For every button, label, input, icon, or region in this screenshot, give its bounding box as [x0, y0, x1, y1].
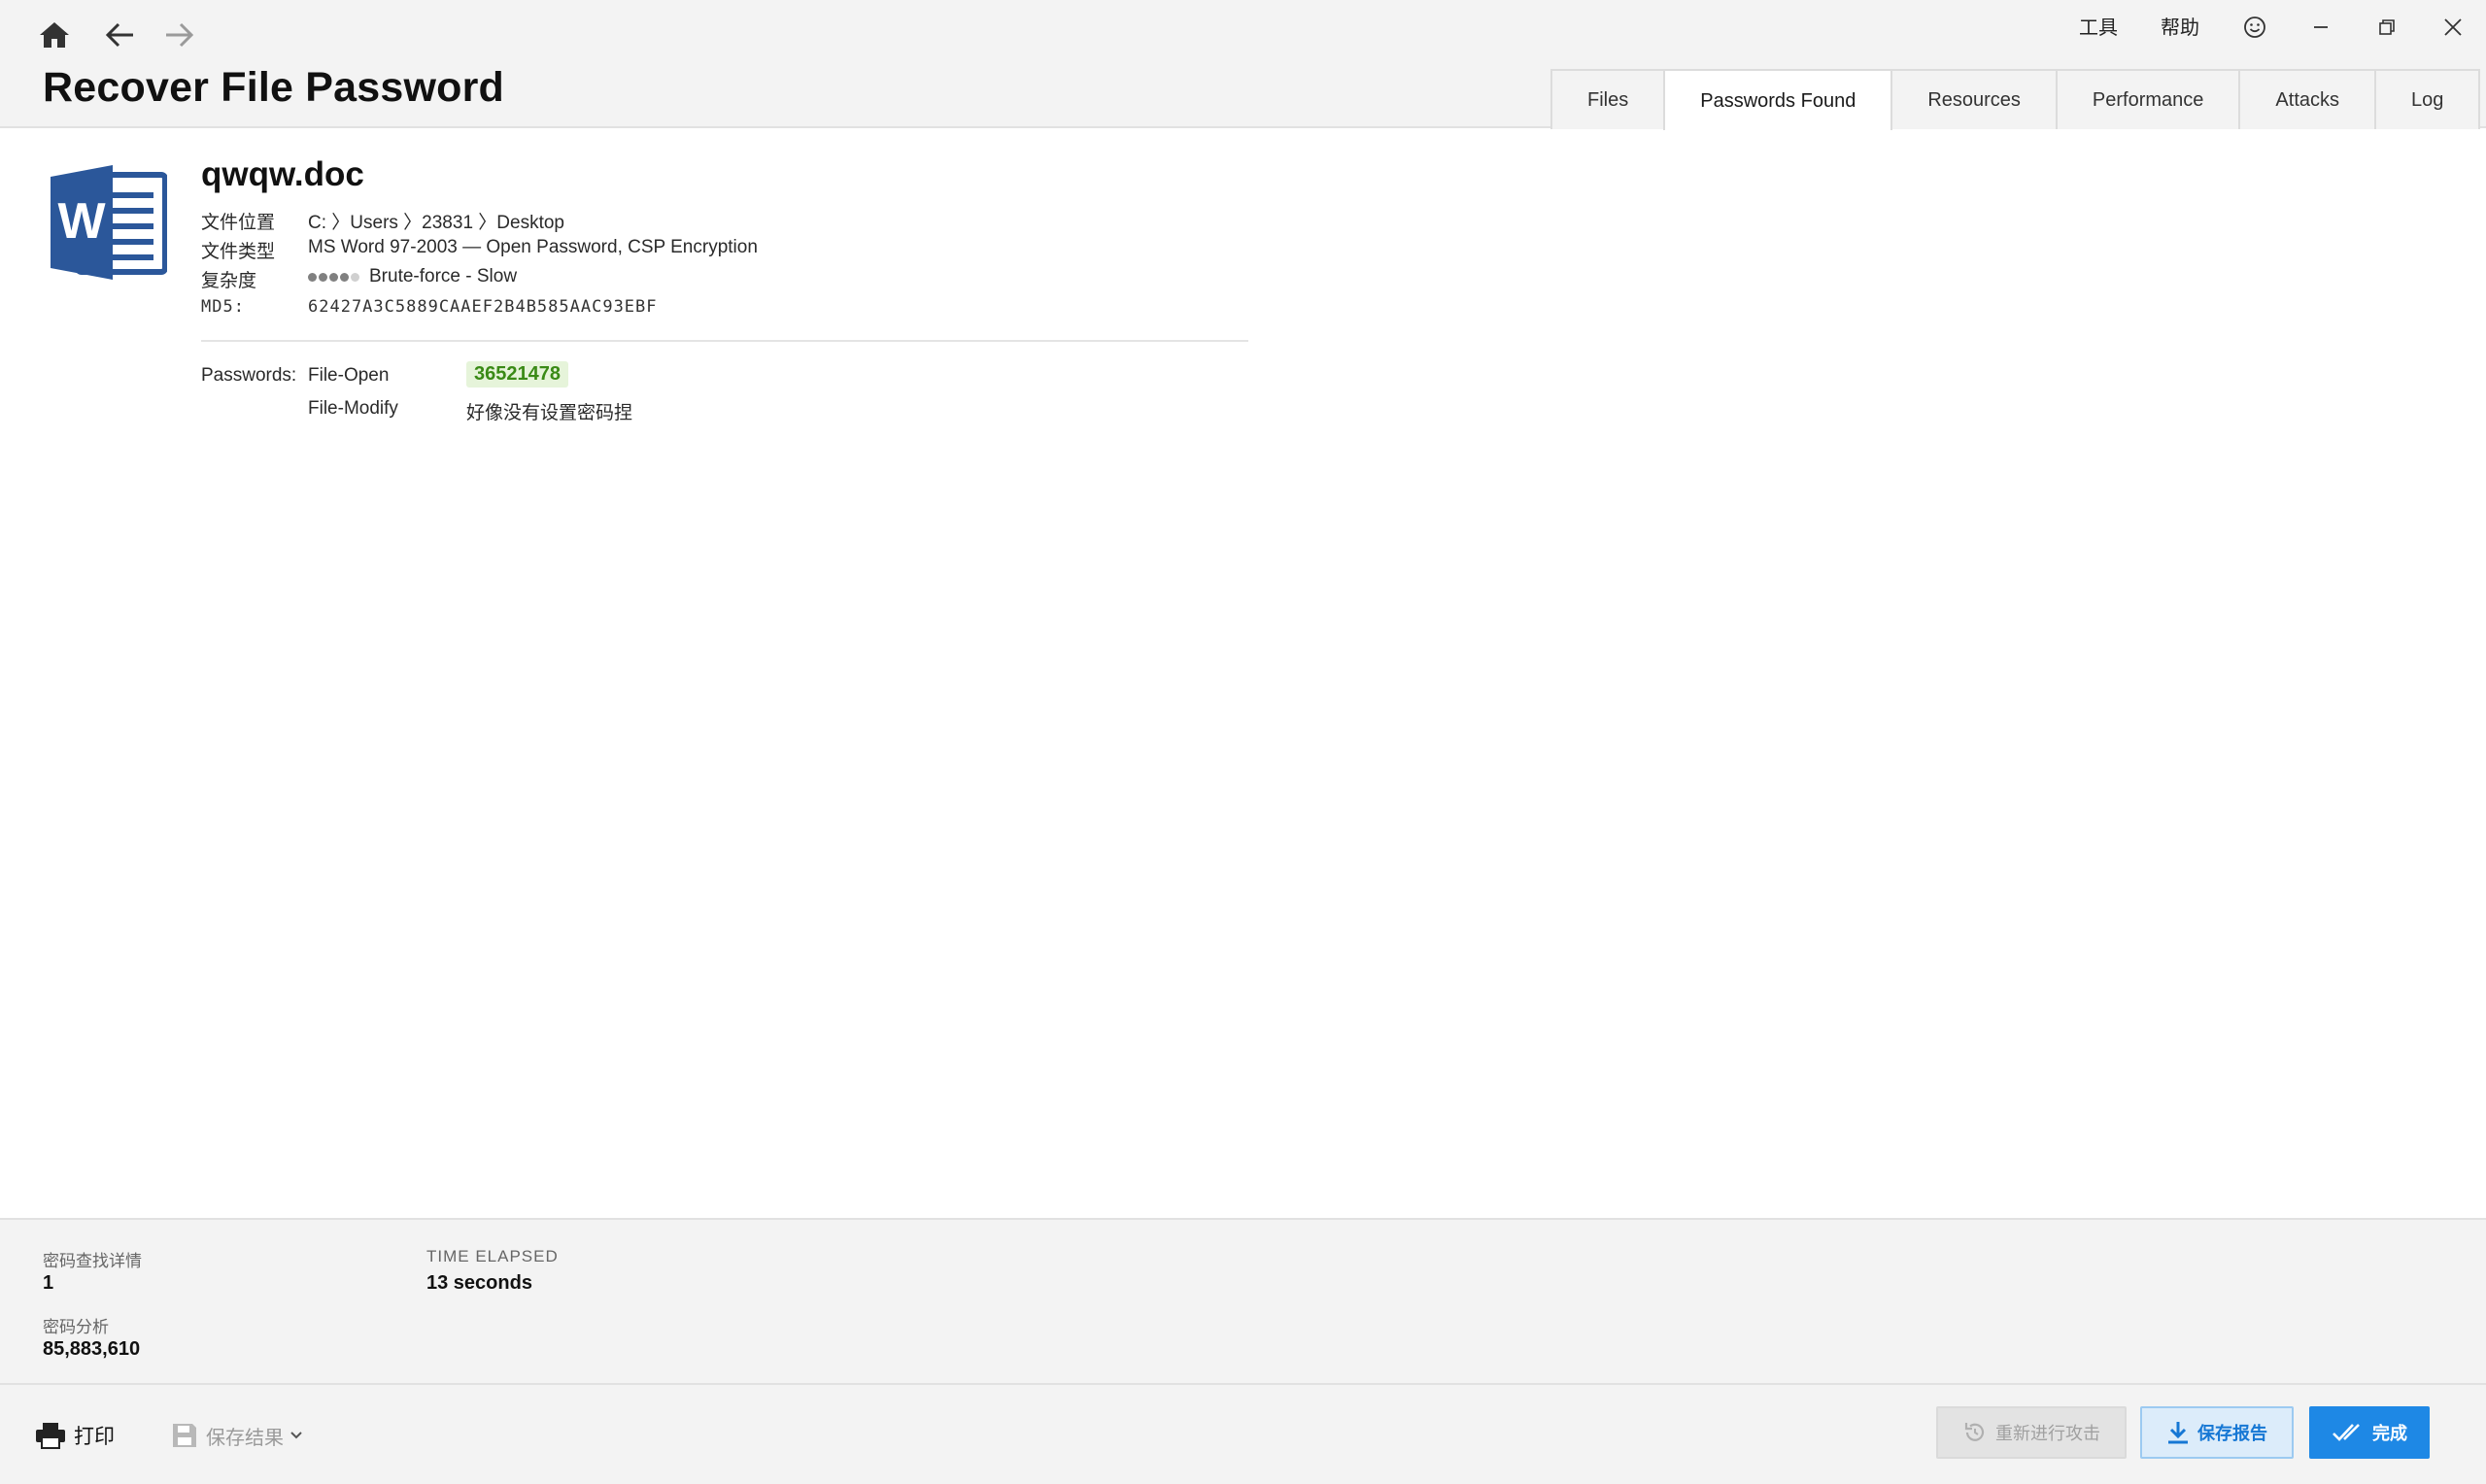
action-bar: 打印 保存结果 重新进行攻击 保存报告 完成	[0, 1383, 2486, 1484]
complexity-dot	[308, 273, 317, 282]
complexity-dot	[340, 273, 349, 282]
close-icon	[2444, 18, 2462, 36]
print-button[interactable]: 打印	[35, 1416, 115, 1455]
save-results-dropdown[interactable]: 保存结果	[171, 1416, 311, 1455]
file-name: qwqw.doc	[201, 155, 364, 193]
arrow-right-icon	[166, 22, 193, 48]
passwords-found-count: 1	[43, 1272, 54, 1294]
printer-icon	[36, 1423, 65, 1449]
chevron-down-icon	[290, 1432, 302, 1439]
passwords-found-label: 密码查找详情	[43, 1252, 142, 1270]
password-type-file-modify: File-Modify	[308, 398, 398, 419]
tab-bar: Files Passwords Found Resources Performa…	[1550, 69, 2481, 131]
restart-attack-button[interactable]: 重新进行攻击	[1936, 1406, 2127, 1459]
time-elapsed-label: TIME ELAPSED	[426, 1247, 559, 1265]
minimize-button[interactable]	[2299, 8, 2343, 47]
complexity-dots	[308, 266, 361, 287]
restore-button[interactable]	[2365, 8, 2409, 47]
minimize-icon	[2314, 26, 2328, 28]
menu-help[interactable]: 帮助	[2161, 14, 2199, 43]
print-label: 打印	[74, 1426, 115, 1448]
complexity-dot	[329, 273, 338, 282]
floppy-disk-icon	[173, 1424, 196, 1447]
arrow-left-icon	[106, 22, 133, 48]
back-button[interactable]	[95, 10, 146, 60]
tab-log[interactable]: Log	[2374, 69, 2481, 129]
home-icon	[40, 22, 69, 48]
tab-attacks[interactable]: Attacks	[2238, 69, 2376, 129]
page-title: Recover File Password	[43, 64, 505, 111]
passwords-label: Passwords:	[201, 365, 297, 386]
passwords-tested-label: 密码分析	[43, 1318, 109, 1336]
restart-attack-label: 重新进行攻击	[1995, 1424, 2100, 1443]
menu-tools[interactable]: 工具	[2079, 14, 2118, 43]
file-location-value: C: 〉Users 〉23831 〉Desktop	[308, 213, 564, 233]
smiley-icon	[2244, 17, 2265, 38]
save-results-label: 保存结果	[206, 1427, 284, 1449]
complexity-dot	[351, 273, 359, 282]
complexity-value: Brute-force - Slow	[369, 266, 518, 287]
double-check-icon	[2333, 1424, 2360, 1441]
tab-passwords-found[interactable]: Passwords Found	[1663, 69, 1893, 131]
title-bar: Recover File Password 工具 帮助 Files Passwo…	[0, 0, 2486, 131]
done-label: 完成	[2372, 1424, 2407, 1443]
md5-label: MD5:	[201, 297, 245, 317]
passwords-tested-count: 85,883,610	[43, 1338, 141, 1360]
divider	[201, 340, 1248, 342]
passwords-found-panel: W qwqw.doc 文件位置 C: 〉Users 〉23831 〉Deskto…	[0, 130, 2486, 1218]
forward-button[interactable]	[153, 10, 204, 60]
md5-value: 62427A3C5889CAAEF2B4B585AAC93EBF	[308, 297, 658, 317]
password-value-file-modify[interactable]: 好像没有设置密码捏	[466, 398, 632, 424]
tab-files[interactable]: Files	[1550, 69, 1666, 129]
complexity-dot	[319, 273, 327, 282]
tab-resources[interactable]: Resources	[1890, 69, 2058, 129]
time-elapsed-value: 13 seconds	[426, 1272, 532, 1294]
file-type-value: MS Word 97-2003 — Open Password, CSP Enc…	[308, 237, 758, 257]
file-type-label: 文件类型	[201, 242, 276, 262]
home-button[interactable]	[29, 10, 80, 60]
done-button[interactable]: 完成	[2309, 1406, 2430, 1459]
restart-icon	[1964, 1423, 1985, 1441]
feedback-button[interactable]	[2232, 8, 2277, 47]
restore-icon	[2379, 19, 2395, 35]
save-report-button[interactable]: 保存报告	[2140, 1406, 2294, 1459]
save-report-label: 保存报告	[2197, 1424, 2267, 1443]
password-value-file-open[interactable]: 36521478	[466, 361, 568, 388]
password-type-file-open: File-Open	[308, 365, 390, 386]
download-icon	[2168, 1422, 2188, 1444]
svg-text:W: W	[57, 193, 106, 250]
word-document-icon: W	[51, 165, 167, 280]
complexity-value-wrap: Brute-force - Slow	[308, 266, 517, 287]
tab-performance[interactable]: Performance	[2055, 69, 2241, 129]
file-location-label: 文件位置	[201, 213, 276, 233]
close-button[interactable]	[2431, 8, 2475, 47]
complexity-label: 复杂度	[201, 271, 257, 291]
stats-panel: 密码查找详情 1 密码分析 85,883,610 TIME ELAPSED 13…	[0, 1218, 2486, 1383]
